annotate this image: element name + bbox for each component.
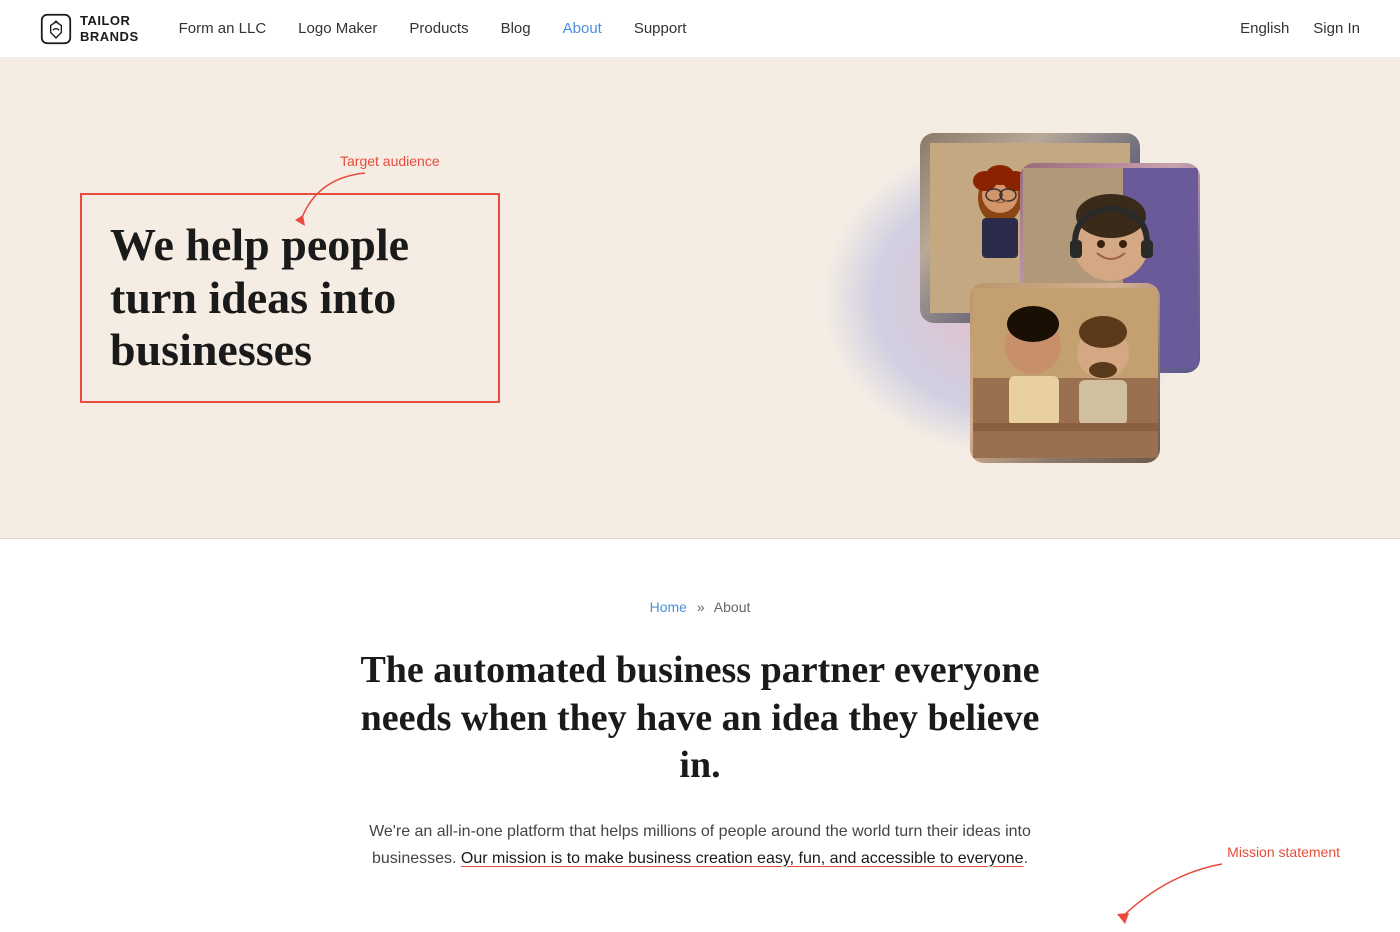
mission-statement-annotation: Mission statement: [1227, 844, 1340, 862]
target-audience-annotation: Target audience: [340, 153, 440, 171]
brand-logo[interactable]: TAILORBRANDS: [40, 13, 139, 45]
mission-link[interactable]: Our mission is to make business creation…: [461, 850, 1024, 867]
annotation-arrow-icon: [285, 168, 375, 233]
brand-name: TAILORBRANDS: [80, 13, 139, 44]
breadcrumb-home[interactable]: Home: [650, 599, 687, 615]
about-section: Home » About The automated business part…: [0, 539, 1400, 932]
photo-collage: [820, 133, 1200, 463]
navbar: TAILORBRANDS Form an LLC Logo Maker Prod…: [0, 0, 1400, 58]
nav-support[interactable]: Support: [634, 20, 687, 37]
nav-products[interactable]: Products: [409, 20, 468, 37]
mission-annotation-arrow-icon: [1107, 859, 1227, 929]
language-selector[interactable]: English: [1240, 20, 1289, 37]
hero-heading: We help people turn ideas into businesse…: [110, 219, 470, 378]
photo-card-working-pair: [970, 283, 1160, 463]
tailor-brands-icon: [40, 13, 72, 45]
nav-links: Form an LLC Logo Maker Products Blog Abo…: [179, 20, 1240, 37]
about-heading: The automated business partner everyone …: [350, 647, 1050, 790]
nav-form-llc[interactable]: Form an LLC: [179, 20, 267, 37]
hero-section: Target audience We help people turn idea…: [0, 58, 1400, 538]
nav-logo-maker[interactable]: Logo Maker: [298, 20, 377, 37]
hero-right: [700, 118, 1320, 478]
working-pair-illustration: [973, 288, 1158, 458]
breadcrumb-current: About: [714, 599, 751, 615]
sign-in-button[interactable]: Sign In: [1313, 20, 1360, 37]
description-after: .: [1024, 850, 1028, 867]
nav-blog[interactable]: Blog: [501, 20, 531, 37]
about-description: We're an all-in-one platform that helps …: [360, 818, 1040, 872]
photo-working-pair: [970, 283, 1160, 463]
nav-about[interactable]: About: [563, 20, 602, 37]
breadcrumb-separator: »: [697, 599, 705, 615]
annotation-label: Target audience: [340, 153, 440, 169]
mission-annotation-label: Mission statement: [1227, 844, 1340, 860]
navbar-right: English Sign In: [1240, 20, 1360, 37]
hero-left: Target audience We help people turn idea…: [80, 193, 700, 404]
breadcrumb: Home » About: [40, 599, 1360, 615]
